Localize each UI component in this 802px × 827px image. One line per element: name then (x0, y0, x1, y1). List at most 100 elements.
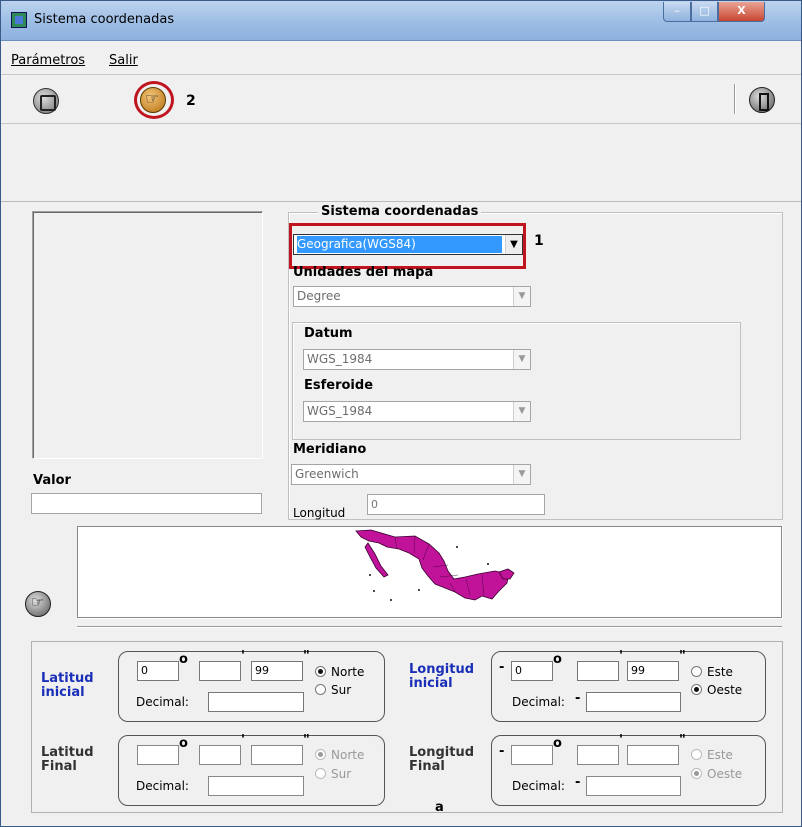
lon-fin-minutes[interactable] (577, 745, 619, 765)
lon-fin-label-1: Longitud (409, 745, 475, 760)
lon-ini-decimal-sign: - (575, 691, 581, 706)
lat-ini-north-radio[interactable]: Norte (315, 665, 364, 679)
second-mark: " (679, 649, 686, 664)
meridian-select[interactable]: Greenwich ▼ (291, 464, 531, 485)
hand-pointer-icon[interactable] (25, 591, 51, 617)
chevron-down-icon[interactable]: ▼ (513, 287, 530, 306)
degree-mark: o (553, 736, 562, 751)
lat-fin-degrees[interactable] (137, 745, 179, 765)
lon-ini-label-1: Longitud (409, 662, 475, 677)
lon-fin-decimal[interactable] (586, 776, 681, 796)
annotation-label-2: 2 (186, 93, 196, 109)
decimal-label: Decimal: (136, 695, 189, 709)
chevron-down-icon[interactable]: ▼ (513, 350, 530, 369)
exit-door-icon[interactable] (749, 87, 775, 113)
lon-ini-seconds[interactable]: 99 (627, 661, 679, 681)
longitude-input[interactable]: 0 (367, 494, 545, 515)
valor-label: Valor (33, 473, 71, 488)
maximize-button[interactable]: □ (691, 2, 718, 22)
degree-mark: o (553, 652, 562, 667)
lon-ini-degrees[interactable]: 0 (511, 661, 553, 681)
menu-salir[interactable]: Salir (109, 53, 138, 68)
meridian-label: Meridiano (293, 442, 367, 457)
spheroid-label: Esferoide (304, 378, 374, 393)
app-icon (11, 12, 27, 28)
radio-icon[interactable] (691, 666, 702, 677)
datum-select[interactable]: WGS_1984 ▼ (303, 349, 531, 370)
map-divider (77, 626, 782, 628)
second-mark: " (303, 649, 310, 664)
valor-input[interactable] (31, 493, 262, 514)
lat-fin-north-radio[interactable]: Norte (315, 748, 364, 762)
lon-ini-label-2: inicial (409, 676, 453, 691)
radio-icon[interactable] (315, 684, 326, 695)
longitude-label: Longitud (293, 506, 346, 520)
radio-icon[interactable] (691, 768, 702, 779)
radio-icon[interactable] (315, 768, 326, 779)
lat-fin-label-2: Final (41, 759, 77, 774)
lon-fin-degrees[interactable] (511, 745, 553, 765)
minimize-button[interactable]: – (663, 2, 691, 22)
minute-mark: ' (241, 733, 245, 748)
coord-system-title: Sistema coordenadas (318, 204, 482, 219)
lat-ini-south-radio[interactable]: Sur (315, 683, 351, 697)
lat-ini-degrees[interactable]: 0 (137, 661, 179, 681)
lon-ini-minutes[interactable] (577, 661, 619, 681)
decimal-label: Decimal: (512, 779, 565, 793)
preview-panel (32, 211, 263, 459)
mexico-map (355, 529, 515, 601)
lat-fin-label-1: Latitud (41, 745, 94, 760)
lon-ini-east-radio[interactable]: Este (691, 665, 733, 679)
second-mark: " (303, 733, 310, 748)
units-select[interactable]: Degree ▼ (293, 286, 531, 307)
window-title: Sistema coordenadas (34, 12, 175, 27)
lat-fin-minutes[interactable] (199, 745, 241, 765)
lat-ini-seconds[interactable]: 99 (251, 661, 303, 681)
minute-mark: ' (619, 649, 623, 664)
lon-fin-sign: - (499, 744, 505, 759)
save-icon[interactable] (33, 88, 59, 114)
lon-fin-seconds[interactable] (627, 745, 679, 765)
annotation-label-1: 1 (534, 233, 544, 249)
divider (1, 201, 801, 202)
lon-ini-sign: - (499, 660, 505, 675)
decimal-label: Decimal: (136, 779, 189, 793)
lat-fin-seconds[interactable] (251, 745, 303, 765)
radio-icon[interactable] (691, 684, 702, 695)
map-view[interactable] (77, 526, 782, 618)
footer-label: a (435, 800, 444, 815)
lat-ini-minutes[interactable] (199, 661, 241, 681)
second-mark: " (679, 733, 686, 748)
lat-fin-south-radio[interactable]: Sur (315, 767, 351, 781)
chevron-down-icon[interactable]: ▼ (513, 465, 530, 484)
radio-icon[interactable] (691, 749, 702, 760)
datum-label: Datum (304, 326, 353, 341)
annotation-circle (134, 81, 174, 119)
lon-fin-label-2: Final (409, 759, 445, 774)
toolbar: 2 (1, 74, 801, 124)
radio-icon[interactable] (315, 666, 326, 677)
lat-fin-decimal[interactable] (208, 776, 304, 796)
lon-ini-decimal[interactable] (586, 692, 681, 712)
lon-ini-west-radio[interactable]: Oeste (691, 683, 742, 697)
menu-bar: Parámetros Salir (1, 49, 801, 71)
lat-ini-decimal[interactable] (208, 692, 304, 712)
chevron-down-icon[interactable]: ▼ (513, 402, 530, 421)
title-bar: Sistema coordenadas – □ X (1, 1, 801, 41)
lon-fin-east-radio[interactable]: Este (691, 748, 733, 762)
menu-parametros[interactable]: Parámetros (11, 53, 85, 68)
degree-mark: o (179, 652, 188, 667)
lat-ini-label-2: inicial (41, 685, 85, 700)
lat-ini-label-1: Latitud (41, 671, 94, 686)
units-label: Unidades del mapa (293, 265, 434, 280)
close-button[interactable]: X (718, 2, 765, 22)
lon-fin-decimal-sign: - (575, 775, 581, 790)
radio-icon[interactable] (315, 749, 326, 760)
lon-fin-west-radio[interactable]: Oeste (691, 767, 742, 781)
degree-mark: o (179, 736, 188, 751)
annotation-box (289, 223, 526, 269)
decimal-label: Decimal: (512, 695, 565, 709)
app-window: Sistema coordenadas – □ X Parámetros Sal… (0, 0, 802, 827)
minute-mark: ' (241, 649, 245, 664)
spheroid-select[interactable]: WGS_1984 ▼ (303, 401, 531, 422)
